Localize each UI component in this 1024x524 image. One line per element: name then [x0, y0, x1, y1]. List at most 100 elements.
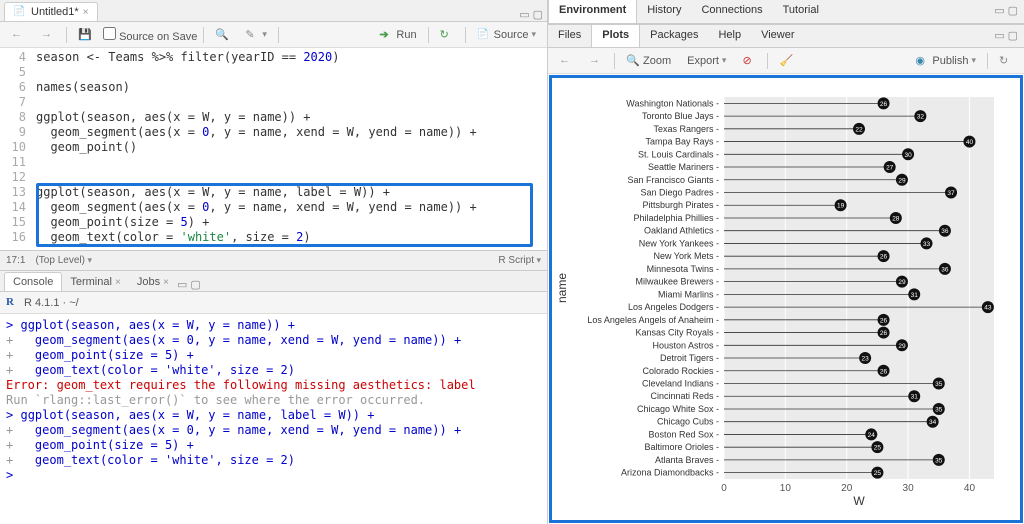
- svg-text:Miami Marlins -: Miami Marlins -: [658, 289, 719, 299]
- broom-icon: [779, 54, 793, 68]
- export-button[interactable]: Export: [682, 53, 731, 69]
- svg-text:20: 20: [841, 483, 853, 494]
- remove-plot-button[interactable]: [737, 52, 761, 70]
- svg-text:Kansas City Royals -: Kansas City Royals -: [635, 328, 719, 338]
- source-icon: [477, 28, 491, 42]
- svg-text:40: 40: [964, 483, 976, 494]
- tab-help[interactable]: Help: [708, 25, 751, 47]
- arrow-left-icon: [11, 28, 25, 42]
- minimize-icon[interactable]: ▭: [177, 278, 187, 291]
- svg-text:Minnesota Twins -: Minnesota Twins -: [647, 264, 719, 274]
- tab-terminal[interactable]: Terminal ×: [62, 273, 128, 291]
- svg-text:San Diego Padres -: San Diego Padres -: [640, 188, 719, 198]
- svg-text:Houston Astros -: Houston Astros -: [652, 340, 719, 350]
- tab-jobs[interactable]: Jobs ×: [129, 273, 177, 291]
- svg-text:28: 28: [892, 215, 900, 222]
- svg-text:23: 23: [862, 356, 870, 363]
- svg-text:26: 26: [880, 254, 888, 261]
- svg-text:33: 33: [923, 241, 931, 248]
- minimize-icon[interactable]: ▭: [519, 8, 529, 21]
- clear-plots-button[interactable]: [774, 52, 798, 70]
- console-tab-bar: Console Terminal × Jobs × ▭▢: [0, 270, 547, 292]
- svg-text:Philadelphia Phillies -: Philadelphia Phillies -: [633, 213, 719, 223]
- arrow-right-icon: [41, 28, 55, 42]
- env-tab-bar: EnvironmentHistoryConnectionsTutorial▭ ▢: [548, 0, 1024, 24]
- svg-text:35: 35: [935, 381, 943, 388]
- tab-history[interactable]: History: [637, 0, 691, 23]
- plot-panel: 010203040Washington Nationals -26Toronto…: [549, 75, 1023, 523]
- svg-text:35: 35: [935, 406, 943, 413]
- maximize-icon[interactable]: ▢: [533, 8, 543, 21]
- file-type[interactable]: R Script: [498, 255, 541, 266]
- tab-packages[interactable]: Packages: [640, 25, 708, 47]
- r-icon: [6, 296, 20, 310]
- tab-console[interactable]: Console: [4, 272, 62, 291]
- editor-tab-bar: Untitled1* × ▭ ▢: [0, 0, 547, 22]
- svg-text:40: 40: [966, 139, 974, 146]
- tab-connections[interactable]: Connections: [691, 0, 772, 23]
- rscript-icon: [13, 5, 27, 19]
- svg-text:Los Angeles Angels of Anaheim: Los Angeles Angels of Anaheim -: [587, 315, 719, 325]
- svg-text:Cleveland Indians -: Cleveland Indians -: [642, 379, 719, 389]
- publish-button[interactable]: Publish: [910, 52, 981, 70]
- svg-text:Boston Red Sox -: Boston Red Sox -: [648, 429, 719, 439]
- svg-text:Atlanta Braves -: Atlanta Braves -: [655, 455, 719, 465]
- svg-text:25: 25: [874, 445, 882, 452]
- svg-text:25: 25: [874, 470, 882, 477]
- refresh-plot-button[interactable]: [994, 52, 1018, 70]
- scope-display[interactable]: (Top Level): [35, 255, 92, 266]
- tab-plots[interactable]: Plots: [591, 25, 640, 47]
- code-editor[interactable]: 45678910111213141516 season <- Teams %>%…: [0, 48, 547, 250]
- svg-text:29: 29: [898, 279, 906, 286]
- arrow-left-icon: [559, 54, 573, 68]
- plot-prev-button[interactable]: [554, 52, 578, 70]
- plots-toolbar: Zoom Export Publish: [548, 48, 1024, 74]
- run-icon: [379, 28, 393, 42]
- editor-tab[interactable]: Untitled1* ×: [4, 2, 98, 21]
- maximize-icon[interactable]: ▢: [190, 278, 200, 291]
- cancel-icon: [742, 54, 756, 68]
- svg-text:31: 31: [911, 292, 919, 299]
- svg-text:29: 29: [898, 177, 906, 184]
- svg-text:26: 26: [880, 101, 888, 108]
- forward-button[interactable]: [36, 26, 60, 44]
- tab-files[interactable]: Files: [548, 25, 591, 47]
- back-button[interactable]: [6, 26, 30, 44]
- svg-text:Oakland Athletics -: Oakland Athletics -: [644, 226, 719, 236]
- wand-button[interactable]: [240, 26, 272, 44]
- svg-text:W: W: [853, 494, 865, 508]
- console-output[interactable]: > ggplot(season, aes(x = W, y = name)) +…: [0, 314, 547, 524]
- svg-text:36: 36: [941, 228, 949, 235]
- tab-environment[interactable]: Environment: [548, 0, 637, 23]
- zoom-button[interactable]: Zoom: [621, 52, 676, 70]
- svg-text:26: 26: [880, 368, 888, 375]
- source-on-save-check[interactable]: Source on Save: [103, 27, 197, 43]
- svg-text:26: 26: [880, 317, 888, 324]
- svg-text:31: 31: [911, 394, 919, 401]
- tab-tutorial[interactable]: Tutorial: [773, 0, 829, 23]
- refresh-icon: [999, 54, 1013, 68]
- plots-tab-bar: FilesPlotsPackagesHelpViewer▭ ▢: [548, 24, 1024, 48]
- find-button[interactable]: [210, 26, 234, 44]
- svg-text:New York Yankees -: New York Yankees -: [639, 238, 719, 248]
- rerun-button[interactable]: [435, 26, 459, 44]
- plot-next-button[interactable]: [584, 52, 608, 70]
- svg-text:Texas Rangers -: Texas Rangers -: [653, 124, 719, 134]
- save-button[interactable]: [73, 26, 97, 44]
- tab-viewer[interactable]: Viewer: [751, 25, 804, 47]
- svg-text:Cincinnati Reds -: Cincinnati Reds -: [650, 391, 719, 401]
- svg-text:26: 26: [880, 330, 888, 337]
- svg-text:32: 32: [917, 114, 925, 121]
- svg-text:Toronto Blue Jays -: Toronto Blue Jays -: [642, 111, 719, 121]
- svg-text:24: 24: [868, 432, 876, 439]
- rerun-icon: [440, 28, 454, 42]
- publish-icon: [915, 54, 929, 68]
- close-icon[interactable]: ×: [83, 7, 89, 18]
- source-button[interactable]: Source: [472, 26, 541, 44]
- svg-text:San Francisco Giants -: San Francisco Giants -: [627, 175, 719, 185]
- svg-text:Tampa Bay Rays -: Tampa Bay Rays -: [645, 137, 719, 147]
- svg-text:10: 10: [780, 483, 792, 494]
- wand-icon: [245, 28, 259, 42]
- svg-text:Baltimore Orioles -: Baltimore Orioles -: [644, 442, 719, 452]
- run-button[interactable]: Run: [374, 26, 421, 44]
